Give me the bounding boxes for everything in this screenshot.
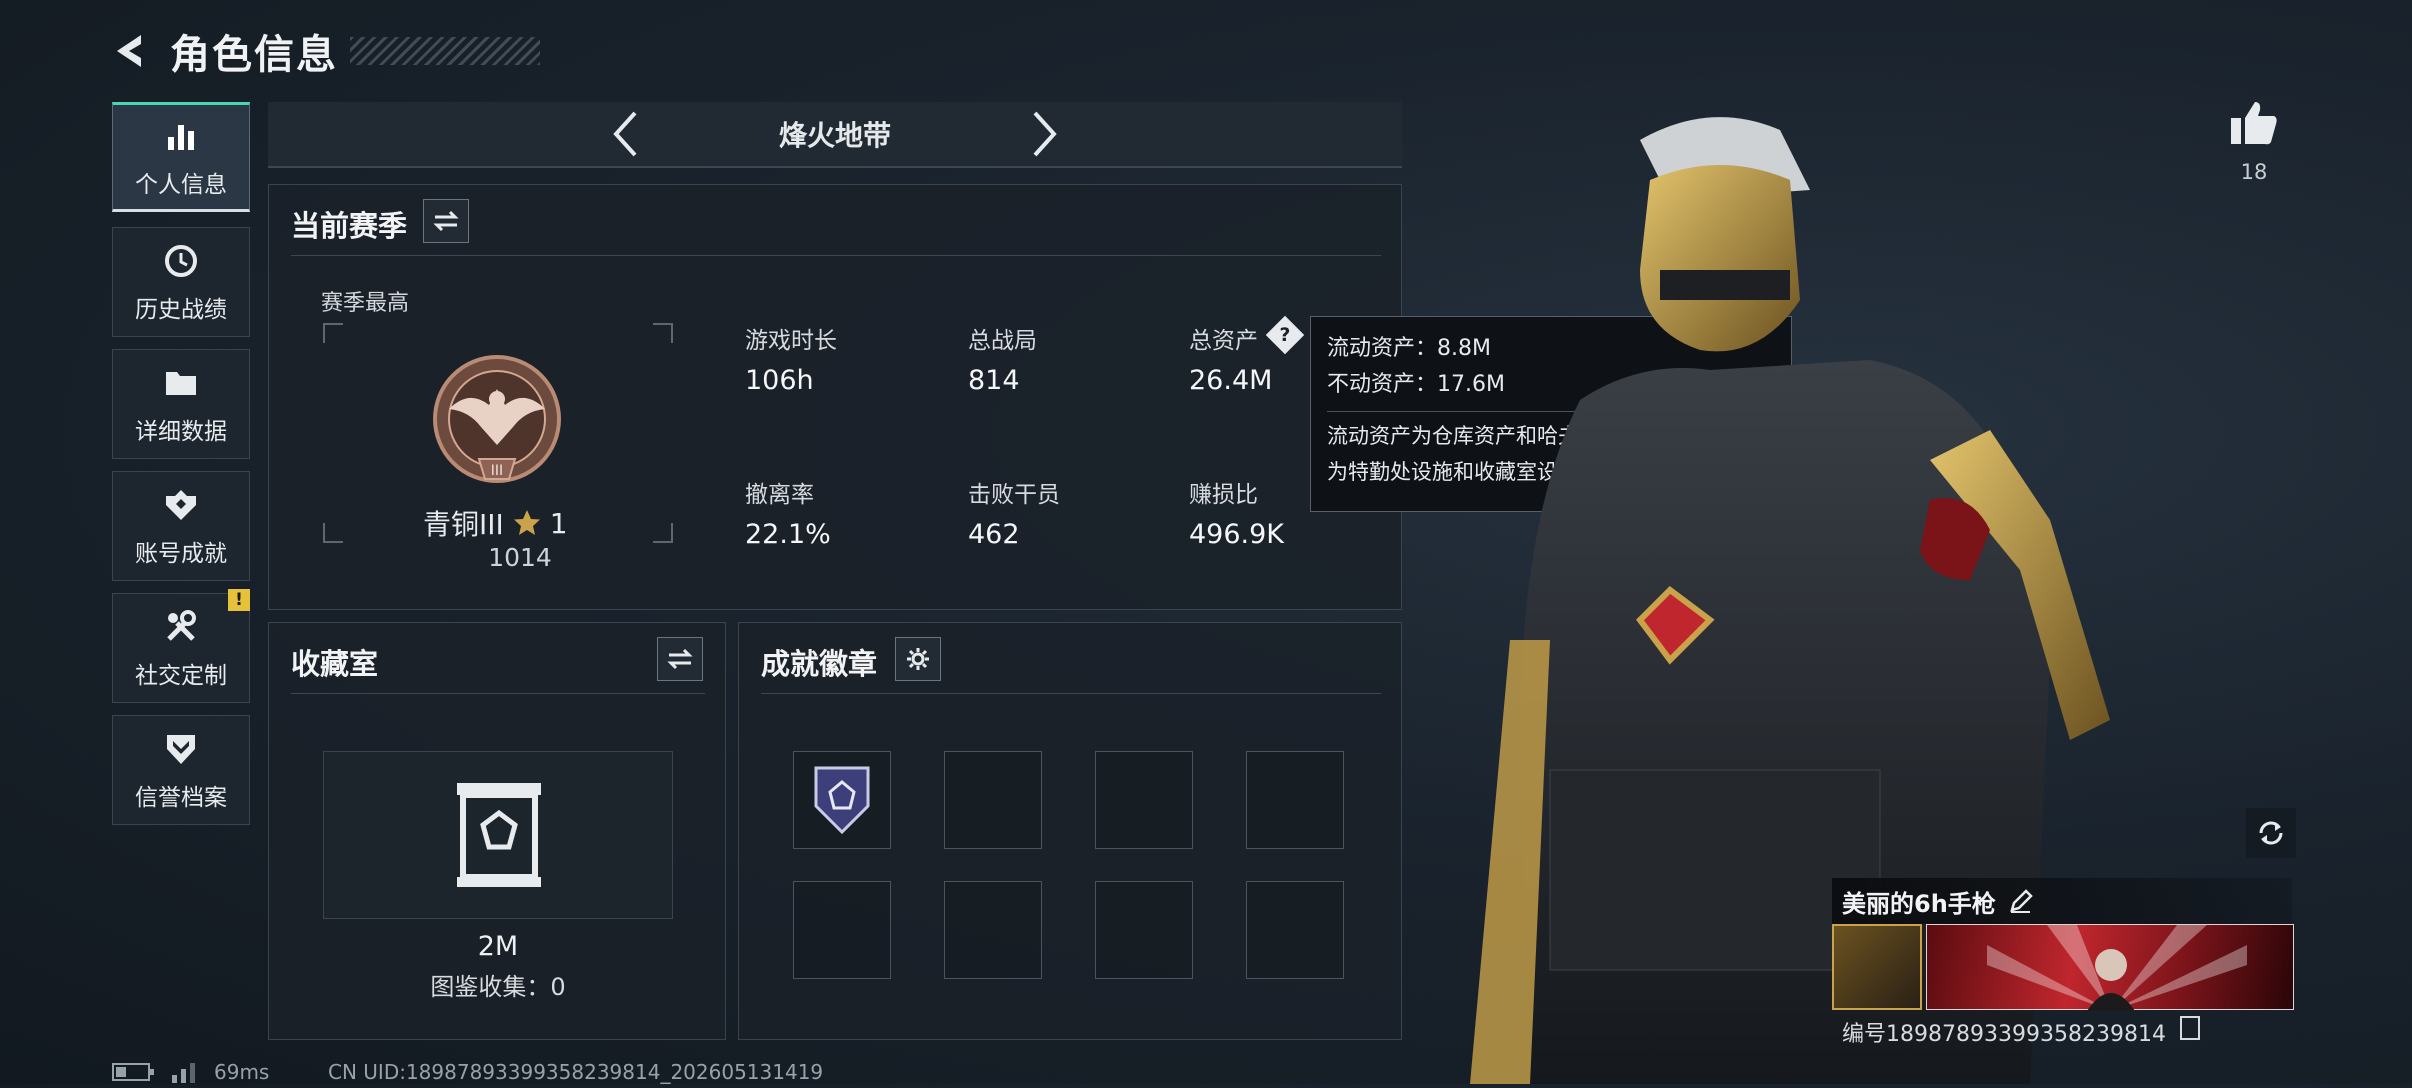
badge-slot[interactable] [1095, 881, 1193, 979]
prev-mode-arrow-icon[interactable] [605, 109, 645, 159]
folder-icon [160, 362, 202, 404]
notification-badge: ! [228, 589, 250, 611]
weapon-name: 美丽的6h手枪 [1842, 889, 1996, 918]
star-icon [513, 510, 540, 535]
weapon-name-bar: 美丽的6h手枪 [1832, 878, 2292, 924]
weapon-portrait[interactable] [1832, 924, 1922, 1010]
stat-matches-label: 总战局 [968, 328, 1037, 354]
title-bar: 角色信息 [110, 20, 540, 82]
help-icon[interactable]: ? [1265, 315, 1305, 355]
ping-text: 69ms [214, 1060, 270, 1084]
season-best-label: 赛季最高 [321, 291, 410, 316]
rank-name: 青铜III [423, 508, 504, 541]
like-count: 18 [2240, 160, 2268, 184]
battery-icon [112, 1063, 154, 1081]
copy-icon[interactable] [2180, 1016, 2200, 1040]
collection-vault-icon [453, 779, 545, 895]
back-arrow-icon[interactable] [110, 30, 152, 72]
sidebar-item-personal-info[interactable]: 个人信息 [112, 102, 250, 212]
badges-panel: 成就徽章 [738, 622, 1402, 1040]
stat-profit-value: 496.9K [1189, 519, 1285, 550]
weapon-id: 编号18987893399358239814 [1842, 1022, 2166, 1047]
page-title: 角色信息 [170, 32, 338, 78]
collection-value: 2M [477, 931, 519, 962]
mode-label: 烽火地带 [778, 119, 891, 152]
badge-slot[interactable] [1246, 751, 1344, 849]
stat-assets-value: 26.4M [1189, 365, 1273, 396]
stat-matches-value: 814 [968, 365, 1020, 396]
badge-slot[interactable] [1246, 881, 1344, 979]
stat-profit-label: 赚损比 [1189, 482, 1258, 508]
collection-catalog: 图鉴收集：0 [430, 973, 566, 1001]
sidebar-item-label: 详细数据 [135, 419, 227, 445]
divider [761, 693, 1381, 694]
stat-kills-label: 击败干员 [968, 482, 1060, 508]
history-clock-icon [160, 240, 202, 282]
collection-switch-button[interactable] [657, 637, 703, 681]
tools-icon [160, 606, 202, 648]
rank-name-row: 青铜III 1 [423, 503, 568, 543]
sidebar-item-history[interactable]: 历史战绩 [112, 227, 250, 337]
sidebar-item-achievements[interactable]: 账号成就 [112, 471, 250, 581]
collection-title: 收藏室 [291, 647, 379, 681]
sidebar-item-label: 历史战绩 [135, 297, 227, 323]
badge-slot[interactable] [1095, 751, 1193, 849]
swap-icon [433, 210, 459, 232]
gear-icon [907, 648, 929, 670]
shield-badge-icon [814, 766, 870, 835]
swap-icon [667, 648, 693, 670]
stat-kills-value: 462 [968, 519, 1020, 550]
season-panel: 当前赛季 赛季最高 III 青铜III 1 1014 游戏时长 106h 总战局… [268, 184, 1402, 610]
signal-icon [172, 1063, 195, 1083]
rotate-icon [2259, 821, 2283, 845]
badge-slot[interactable] [944, 751, 1042, 849]
stat-assets-label: 总资产 [1189, 328, 1258, 354]
sidebar-item-label: 个人信息 [135, 172, 227, 198]
thumbs-up-icon [2231, 102, 2277, 145]
season-title: 当前赛季 [291, 209, 408, 243]
title-decoration [350, 37, 540, 65]
season-switch-button[interactable] [423, 199, 469, 243]
stat-playtime-label: 游戏时长 [745, 328, 837, 354]
sidebar-item-label: 信誉档案 [135, 785, 227, 811]
next-mode-arrow-icon[interactable] [1025, 109, 1065, 159]
bar-chart-icon [160, 115, 202, 157]
like-button[interactable] [2228, 98, 2280, 152]
sidebar-item-label: 社交定制 [135, 663, 227, 689]
rank-stars: 1 [549, 506, 568, 540]
shield-chevron-icon [160, 728, 202, 770]
svg-text:III: III [491, 463, 503, 479]
achievement-icon [160, 484, 202, 526]
sidebar-item-detailed-data[interactable]: 详细数据 [112, 349, 250, 459]
stat-playtime-value: 106h [745, 365, 814, 396]
edit-pencil-icon[interactable] [2008, 888, 2034, 914]
divider [291, 693, 705, 694]
rank-points: 1014 [488, 543, 552, 572]
badges-title: 成就徽章 [761, 647, 878, 681]
badge-slot[interactable] [793, 881, 891, 979]
uid-text: CN UID:18987893399358239814_202605131419 [328, 1060, 824, 1084]
badge-slot[interactable] [793, 751, 891, 849]
badges-settings-button[interactable] [895, 637, 941, 681]
help-symbol: ? [1279, 324, 1291, 346]
badge-slot[interactable] [944, 881, 1042, 979]
sidebar-item-reputation[interactable]: 信誉档案 [112, 715, 250, 825]
weapon-banner[interactable] [1926, 924, 2294, 1011]
banner-art-icon [1987, 925, 2247, 1011]
stat-extract-rate-label: 撤离率 [745, 482, 814, 508]
collection-panel: 收藏室 2M 图鉴收集：0 [268, 622, 726, 1040]
sidebar-item-label: 账号成就 [135, 541, 227, 567]
stat-extract-rate-value: 22.1% [745, 519, 831, 550]
rank-emblem-icon: III [429, 349, 565, 503]
divider [291, 255, 1381, 256]
mode-selector: 烽火地带 [268, 102, 1402, 168]
status-bar: 69ms [112, 1060, 269, 1084]
rotate-button[interactable] [2246, 808, 2296, 858]
